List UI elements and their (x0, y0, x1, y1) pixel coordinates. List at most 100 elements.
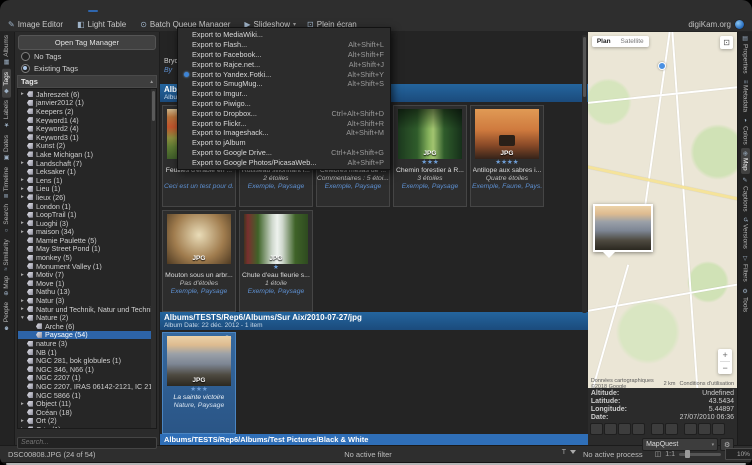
funnel-icon[interactable] (570, 450, 576, 454)
tag-tree-item[interactable]: Keyword3 (1) (18, 133, 156, 142)
map-tool-button[interactable] (631, 423, 645, 436)
geo-marker-dot[interactable] (657, 62, 666, 70)
tag-tree-item[interactable]: Move (1) (18, 279, 156, 288)
expander-icon[interactable]: ▸ (21, 91, 27, 97)
album-banner-bottom[interactable]: Albums/TESTS/Rep6/Albums/Test Pictures/B… (159, 434, 588, 445)
tag-tree-item[interactable]: Lake Michigan (1) (18, 150, 156, 159)
toolbar-button[interactable]: ◧ Light Table (77, 20, 129, 29)
left-sidebar-tab[interactable]: ▦ Albums (2, 32, 11, 69)
tag-tree-item[interactable]: monkey (5) (18, 253, 156, 262)
export-menu-item[interactable]: Export to Flash... Alt+Shift+L (178, 40, 390, 50)
tag-tree-item[interactable]: NGC 281, bok globules (1) (18, 356, 156, 365)
expander-icon[interactable]: ▸ (21, 418, 27, 424)
map-satellite-button[interactable]: Satellite (616, 36, 649, 47)
photo-thumbnail[interactable]: JPG (166, 336, 231, 387)
radio-icon-checked[interactable] (20, 63, 30, 73)
thumbnail-cell[interactable]: JPG ★★★★ Antilope aux sabres i... Quatre… (469, 105, 544, 208)
export-menu-item[interactable]: Export to Facebook... Alt+Shift+F (178, 50, 390, 60)
map-tool-button[interactable] (711, 423, 725, 436)
menubar-item[interactable] (68, 10, 78, 12)
expander-icon[interactable]: ▸ (21, 220, 27, 226)
expander-icon[interactable]: ▸ (21, 160, 27, 166)
menubar-item[interactable] (38, 10, 48, 12)
thumbnail-cell[interactable]: JPG ★ Chute d'eau fleurie s... 1 étoile … (238, 210, 313, 313)
tag-tree-item[interactable]: nature (3) (18, 339, 156, 348)
expander-icon[interactable]: ▸ (21, 194, 27, 200)
map-tool-button[interactable] (697, 423, 711, 436)
tag-tree-item[interactable]: ▾ Nature (2) (18, 313, 156, 322)
menubar-item[interactable] (88, 9, 98, 12)
selected-thumbnail-cell[interactable]: ↻ JPG ★★★ La sainte victoire Nature, Pay… (161, 332, 236, 435)
tag-tree-item[interactable]: ▸ Motiv (7) (18, 270, 156, 279)
left-sidebar-tab[interactable]: ☻ People (2, 299, 11, 333)
menubar-item[interactable] (48, 10, 58, 12)
export-menu-item[interactable]: Export to Dropbox... Ctrl+Alt+Shift+D (178, 108, 390, 118)
expander-icon[interactable]: ▸ (21, 426, 27, 428)
map-tool-button[interactable] (650, 423, 664, 436)
right-sidebar-tab[interactable]: ↺ Versions (741, 214, 750, 252)
expander-icon[interactable]: ▸ (21, 306, 27, 312)
expander-icon[interactable]: ▸ (21, 298, 27, 304)
tag-tree-item[interactable]: Monument Valley (1) (18, 262, 156, 270)
tag-tree-item[interactable]: Nathu (13) (18, 288, 156, 296)
left-sidebar-tab[interactable]: ≈ Similarity (2, 236, 11, 274)
menubar-item[interactable] (28, 10, 38, 12)
thumbnail-cell[interactable]: JPG ★★★ Chemin forestier à R... 3 étoile… (392, 105, 467, 208)
photo-thumbnail[interactable]: JPG (166, 214, 231, 265)
tag-tree-item[interactable]: Keyword1 (4) (18, 116, 156, 124)
photo-thumbnail[interactable]: JPG (474, 109, 539, 160)
tag-tree-item[interactable]: ▸ Lens (1) (18, 176, 156, 185)
tag-tree-item[interactable]: ▸ Natur (3) (18, 296, 156, 305)
tag-tree-item[interactable]: janvier2012 (1) (18, 99, 156, 107)
tag-tree-item[interactable]: NB (1) (18, 348, 156, 356)
left-sidebar-tab[interactable]: ★ Labels (2, 97, 11, 131)
tag-tree-item[interactable]: ▸ Lieu (1) (18, 185, 156, 194)
tag-tree-item[interactable]: NGC 2207, IRAS 06142-2121, IC 2163 (18, 382, 156, 391)
fit-to-window-icon[interactable]: ◫ (655, 450, 662, 458)
zoom-percent-input[interactable]: 10% (724, 448, 752, 460)
thumbnail-cell[interactable]: JPG Mouton sous un arbr... Pas d'étoiles… (161, 210, 236, 313)
menubar-item[interactable] (78, 10, 88, 12)
map-tool-button[interactable] (589, 423, 603, 436)
menubar-item[interactable] (98, 10, 108, 12)
export-menu-item[interactable]: Export to Piwigo... (178, 99, 390, 109)
tag-tree-item[interactable]: Keyword2 (4) (18, 124, 156, 133)
tag-tree-item[interactable]: ▸ Natur und Technik, Natur und Technik (18, 305, 156, 314)
expander-icon[interactable]: ▸ (21, 177, 27, 183)
photo-thumbnail[interactable]: JPG (243, 214, 308, 265)
map-fullscreen-button[interactable]: ⊡ (720, 36, 734, 49)
right-sidebar-tab[interactable]: ▤ Properties (741, 32, 750, 77)
map-tool-button[interactable] (664, 423, 678, 436)
tag-tree-item[interactable]: NGC 346, N66 (1) (18, 365, 156, 374)
tag-tree-item[interactable]: Arche (6) (18, 322, 156, 331)
map-tool-button[interactable] (617, 423, 631, 436)
tag-tree-item[interactable]: ▸ Luoghi (3) (18, 219, 156, 228)
export-menu-item[interactable]: Export to Yandex.Fotki... Alt+Shift+Y (178, 69, 390, 79)
tag-tree-item[interactable]: May Street Pond (1) (18, 245, 156, 253)
tag-tree-item[interactable]: Mamie Paulette (5) (18, 236, 156, 245)
expander-icon[interactable]: ▸ (21, 229, 27, 235)
tag-tree-item[interactable]: London (1) (18, 202, 156, 210)
no-tags-radio-row[interactable]: No Tags (15, 50, 159, 62)
right-sidebar-tab[interactable]: ⊕ Map (740, 148, 750, 174)
left-sidebar-tab[interactable]: ○ Search (2, 201, 11, 236)
text-filter-icon[interactable]: T (562, 449, 566, 456)
search-input[interactable] (16, 436, 157, 449)
menubar-item[interactable] (58, 10, 68, 12)
zoom-one-to-one-icon[interactable]: 1:1 (665, 451, 675, 458)
right-sidebar-tab[interactable]: ◑ Colors (741, 115, 750, 148)
expander-icon[interactable]: ▸ (21, 401, 27, 407)
menubar-item[interactable] (108, 10, 118, 12)
expander-icon[interactable]: ▸ (21, 272, 27, 278)
export-menu-item[interactable]: Export to jAlbum (178, 138, 390, 148)
map-view[interactable]: Plan Satellite ⊡ + − Données cartographi… (587, 32, 738, 388)
right-sidebar-tab[interactable]: ▽ Filters (741, 252, 750, 285)
map-zoom-out-button[interactable]: − (718, 362, 732, 374)
zoom-slider[interactable] (678, 449, 721, 458)
tag-tree-item[interactable]: NGC 2207 (1) (18, 374, 156, 382)
export-menu-item[interactable]: Export to Google Photos/PicasaWeb... Alt… (178, 157, 390, 167)
scroll-up-icon[interactable]: ▴ (150, 79, 153, 85)
export-menu-item[interactable]: Export to Flickr... Alt+Shift+R (178, 118, 390, 128)
tag-tree-item[interactable]: Keepers (2) (18, 107, 156, 116)
tag-tree-item[interactable]: LoopTrail (1) (18, 210, 156, 219)
